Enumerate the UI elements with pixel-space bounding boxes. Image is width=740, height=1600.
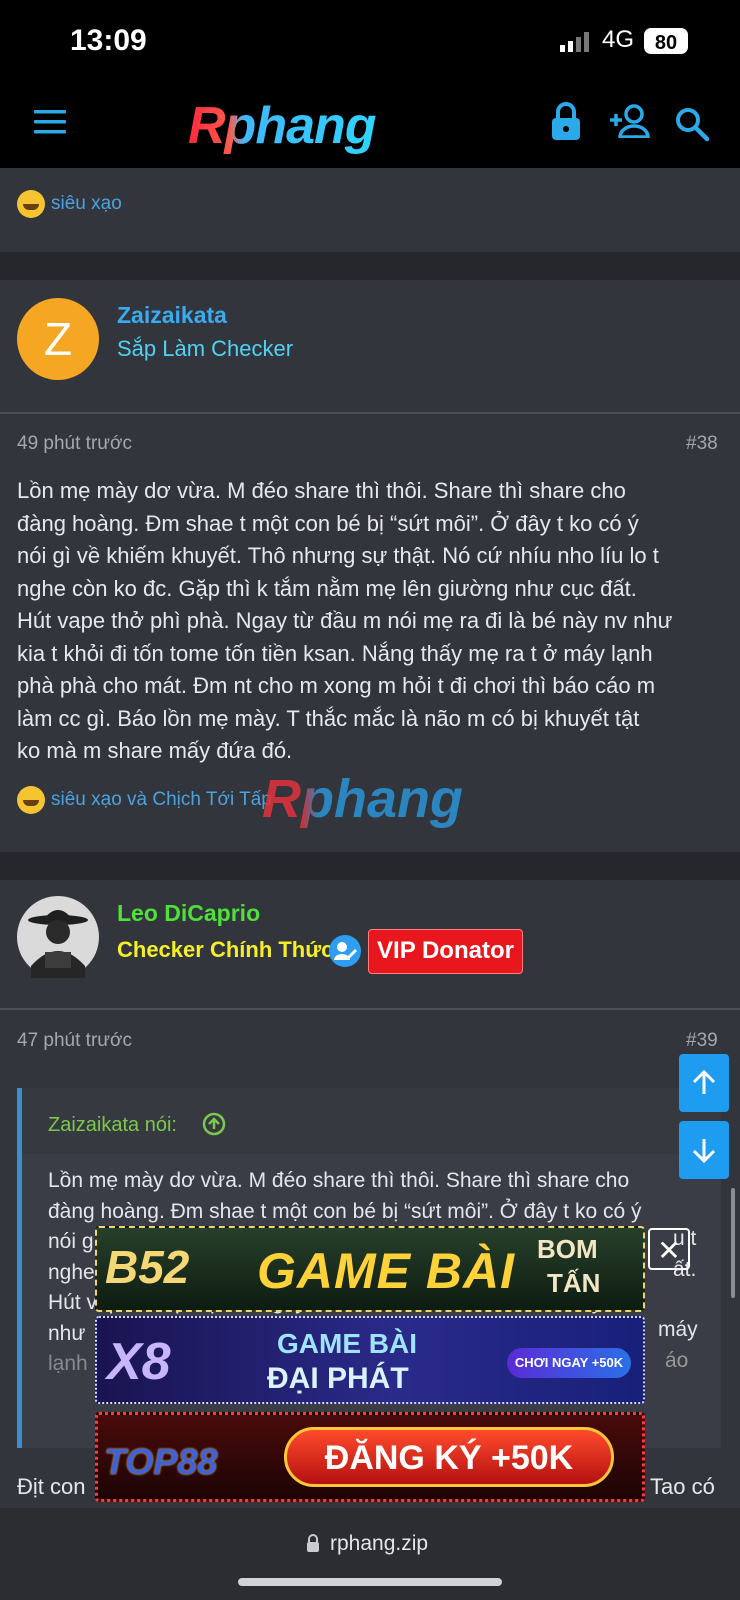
vip-donator-badge: VIP Donator	[368, 929, 523, 974]
signal-icon	[560, 32, 589, 52]
divider	[0, 412, 740, 414]
post-separator	[0, 252, 740, 280]
laughing-emoji-icon	[17, 786, 45, 814]
post-38-user-title: Sắp Làm Checker	[117, 336, 294, 361]
post-39-time[interactable]: 47 phút trước	[17, 1030, 132, 1052]
body-line: Lồn mẹ mày dơ vừa. M đéo share thì thôi.…	[17, 478, 626, 503]
quote-line: đàng hoàng. Đm shae t một con bé bị “sứt…	[48, 1199, 642, 1223]
body-line: Hút vape thở phì phà. Ngay từ đầu m nói …	[17, 608, 673, 633]
reaction-summary[interactable]: siêu xạo và Chịch Tới Tấp	[51, 789, 272, 810]
add-user-icon[interactable]	[608, 104, 652, 138]
post-38-username[interactable]: Zaizaikata	[117, 302, 227, 329]
post-39-username[interactable]: Leo DiCaprio	[117, 900, 260, 927]
avatar[interactable]	[17, 896, 99, 978]
quote-line: Lồn mẹ mày dơ vừa. M đéo share thì thôi.…	[48, 1169, 630, 1192]
ad-tag: BOM	[537, 1234, 598, 1264]
battery-indicator: 80	[644, 28, 688, 54]
close-ads-button[interactable]: ✕	[648, 1228, 690, 1270]
scroll-down-button[interactable]	[679, 1121, 729, 1179]
prev-post-reactions[interactable]: siêu xạo	[17, 190, 122, 218]
reaction-summary[interactable]: siêu xạo	[51, 193, 122, 214]
laughing-emoji-icon	[17, 190, 45, 218]
post-38-body: Lồn mẹ mày dơ vừa. M đéo share thì thôi.…	[17, 475, 717, 768]
watermark-logo: Rphang	[262, 769, 463, 829]
menu-icon[interactable]	[34, 108, 68, 136]
address-url[interactable]: rphang.zip	[330, 1532, 428, 1556]
body-line: kia t khỏi đi tốn tome tốn tiền ksan. Nắ…	[17, 640, 653, 666]
verified-checker-icon	[329, 935, 361, 967]
ad-tag: TẤN	[547, 1268, 601, 1298]
arrow-down-icon	[692, 1139, 716, 1164]
home-indicator	[238, 1578, 502, 1586]
reply-text-end: Tao có	[650, 1474, 715, 1499]
divider	[0, 1008, 740, 1010]
scroll-up-button[interactable]	[679, 1054, 729, 1112]
ad-title: ĐẠI PHÁT	[267, 1362, 409, 1395]
ad-title: GAME BÀI	[277, 1328, 417, 1359]
body-line: đàng hoàng. Đm shae t một con bé bị “sứt…	[17, 510, 639, 536]
ad-brand: B52	[105, 1241, 190, 1293]
ad-brand: X8	[107, 1333, 171, 1391]
post-separator	[0, 852, 740, 880]
ad-title: GAME BÀI	[257, 1243, 515, 1299]
post-39-number[interactable]: #39	[686, 1030, 718, 1052]
network-type: 4G	[602, 26, 635, 53]
scrollbar[interactable]	[731, 1188, 735, 1298]
site-logo[interactable]: Rphang	[188, 96, 377, 156]
body-line: làm cc gì. Báo lồn mẹ mày. T thắc mắc là…	[17, 705, 640, 731]
arrow-up-icon	[692, 1069, 716, 1094]
post-38-number[interactable]: #38	[686, 433, 718, 455]
ad-cta: CHƠI NGAY +50K	[507, 1348, 631, 1378]
ad-cta: ĐĂNG KÝ +50K	[284, 1427, 614, 1487]
quote-fragment: áo	[665, 1349, 689, 1372]
reply-text-start: Địt con	[17, 1474, 86, 1499]
ad-banner-b52[interactable]: B52 GAME BÀI BOM TẤN	[95, 1226, 645, 1312]
body-line: ko mà m share mấy đứa đó.	[17, 738, 293, 763]
quote-header[interactable]: Zaizaikata nói:	[22, 1088, 721, 1154]
ad-banner-x8[interactable]: X8 GAME BÀI ĐẠI PHÁT CHƠI NGAY +50K	[95, 1316, 645, 1404]
post-38-reactions[interactable]: siêu xạo và Chịch Tới Tấp	[17, 786, 272, 814]
avatar[interactable]: Z	[17, 298, 99, 380]
post-39-user-title: Checker Chính Thức	[117, 937, 334, 962]
quote-fragment: máy	[658, 1318, 698, 1341]
jump-to-quote-icon[interactable]	[202, 1112, 226, 1136]
ad-banner-top88[interactable]: TOP88 ĐĂNG KÝ +50K	[95, 1412, 645, 1502]
post-38-time[interactable]: 49 phút trước	[17, 433, 132, 455]
body-line: nghe còn ko đc. Gặp thì k tắm nằm mẹ lên…	[17, 575, 637, 601]
quote-author[interactable]: Zaizaikata nói:	[48, 1114, 177, 1137]
lock-icon[interactable]	[550, 102, 582, 140]
ad-brand: TOP88	[104, 1441, 218, 1482]
lock-small-icon	[307, 1534, 319, 1552]
body-line: nói gì về khiếm khuyết. Thô nhưng sự thậ…	[17, 543, 659, 568]
body-line: phà phà cho mát. Đm nt cho m xong m hỏi …	[17, 673, 656, 698]
status-time: 13:09	[70, 24, 147, 57]
search-icon[interactable]	[674, 106, 710, 142]
